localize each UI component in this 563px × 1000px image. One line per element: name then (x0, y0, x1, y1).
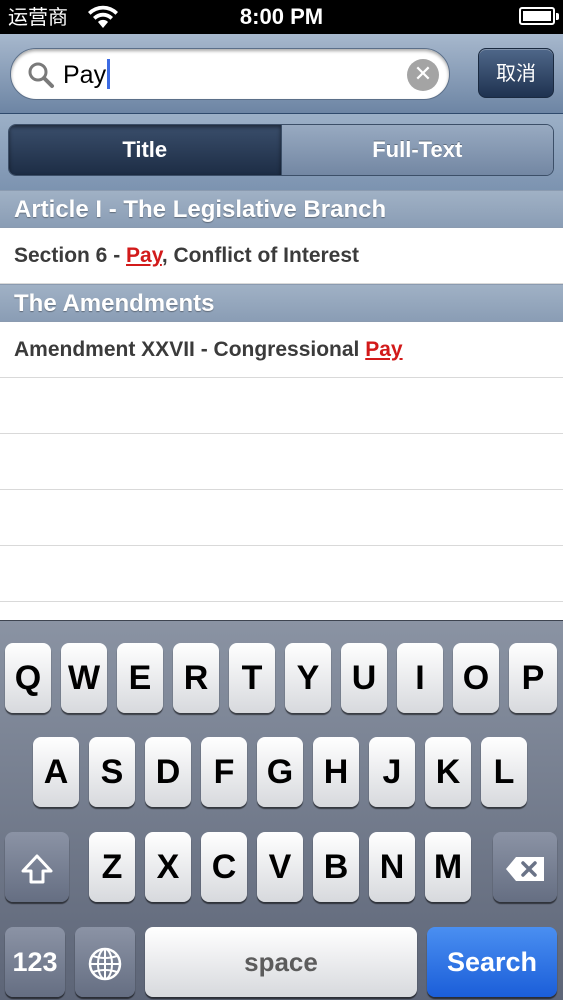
key-g[interactable]: G (257, 737, 303, 807)
status-time: 8:00 PM (239, 4, 324, 29)
key-c[interactable]: C (201, 832, 247, 902)
space-key[interactable]: space (145, 927, 417, 997)
key-h[interactable]: H (313, 737, 359, 807)
result-row[interactable]: Section 6 - Pay, Conflict of Interest (0, 228, 563, 284)
key-d[interactable]: D (145, 737, 191, 807)
delete-key[interactable] (493, 832, 557, 902)
empty-row (0, 378, 563, 434)
key-q[interactable]: Q (5, 643, 51, 713)
scope-title-tab[interactable]: Title (9, 125, 281, 175)
key-m[interactable]: M (425, 832, 471, 902)
numbers-key[interactable]: 123 (5, 927, 65, 997)
key-a[interactable]: A (33, 737, 79, 807)
shift-key[interactable] (5, 832, 69, 902)
text-caret (107, 59, 111, 90)
magnifier-icon (27, 61, 55, 89)
section-header: The Amendments (0, 284, 563, 322)
scope-segmented-control: Title Full-Text (8, 124, 554, 176)
empty-row (0, 490, 563, 546)
search-bar: Pay ✕ 取消 (0, 34, 563, 114)
key-r[interactable]: R (173, 643, 219, 713)
key-u[interactable]: U (341, 643, 387, 713)
result-row[interactable]: Amendment XXVII - Congressional Pay (0, 322, 563, 378)
key-t[interactable]: T (229, 643, 275, 713)
result-text: Amendment XXVII - Congressional (14, 338, 366, 361)
result-text: Section 6 - (14, 244, 127, 267)
search-key[interactable]: Search (427, 927, 557, 997)
result-text: , Conflict of Interest (161, 244, 360, 267)
key-l[interactable]: L (481, 737, 527, 807)
scope-bar: Title Full-Text (0, 114, 563, 190)
section-header: Article I - The Legislative Branch (0, 190, 563, 228)
key-p[interactable]: P (509, 643, 557, 713)
key-w[interactable]: W (61, 643, 107, 713)
result-match: Pay (365, 338, 403, 361)
key-j[interactable]: J (369, 737, 415, 807)
search-query-text: Pay (63, 49, 111, 101)
globe-key[interactable] (75, 927, 135, 997)
delete-icon (504, 848, 546, 886)
key-y[interactable]: Y (285, 643, 331, 713)
key-i[interactable]: I (397, 643, 443, 713)
keyboard: Q W E R T Y U I O P A S D F G H J K L Z … (0, 620, 563, 1000)
result-match: Pay (126, 244, 162, 267)
battery-icon (519, 7, 559, 25)
key-z[interactable]: Z (89, 832, 135, 902)
key-k[interactable]: K (425, 737, 471, 807)
key-f[interactable]: F (201, 737, 247, 807)
globe-icon (87, 943, 123, 981)
cancel-button[interactable]: 取消 (478, 48, 554, 98)
key-x[interactable]: X (145, 832, 191, 902)
key-b[interactable]: B (313, 832, 359, 902)
key-v[interactable]: V (257, 832, 303, 902)
search-input[interactable]: Pay ✕ (10, 48, 450, 100)
key-o[interactable]: O (453, 643, 499, 713)
results-list: Article I - The Legislative Branch Secti… (0, 190, 563, 620)
empty-row (0, 546, 563, 602)
search-query-value: Pay (63, 61, 107, 89)
empty-row (0, 434, 563, 490)
key-e[interactable]: E (117, 643, 163, 713)
clear-icon[interactable]: ✕ (407, 59, 439, 91)
scope-full-text-tab[interactable]: Full-Text (280, 125, 553, 175)
status-bar: 运营商 8:00 PM (0, 0, 563, 34)
key-n[interactable]: N (369, 832, 415, 902)
key-s[interactable]: S (89, 737, 135, 807)
shift-icon (20, 848, 54, 886)
